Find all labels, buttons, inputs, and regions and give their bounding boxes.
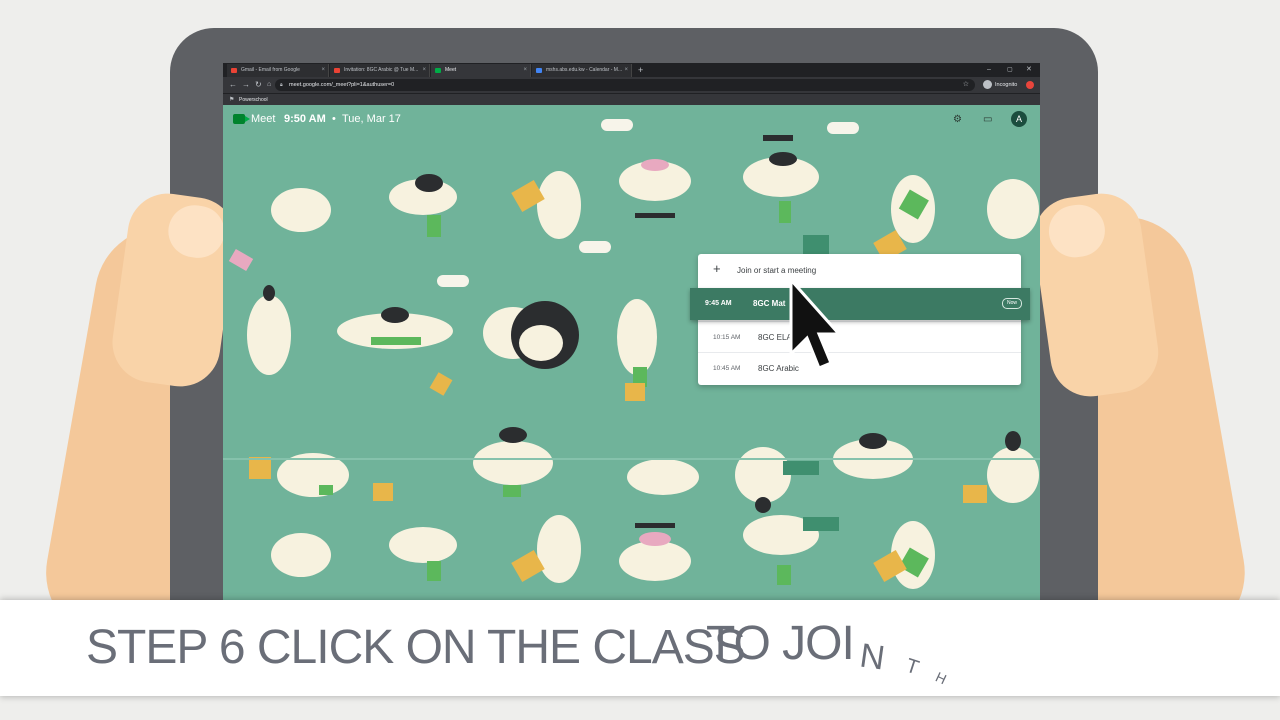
- tab-title: mshs.abs.edu.kw - Calendar - M...: [546, 67, 623, 73]
- tab-title: Invitation: 8GC Arabic @ Tue M...: [344, 67, 419, 73]
- meeting-row-selected[interactable]: 9:45 AM 8GC Mat Now: [690, 288, 1030, 320]
- reload-icon[interactable]: ↻: [255, 78, 262, 92]
- tab-title: Meet: [445, 67, 457, 73]
- bookmarks-bar: ⚑ Powerschool: [223, 93, 1040, 105]
- join-label: Join or start a meeting: [737, 266, 817, 275]
- tab-meet[interactable]: Meet ×: [431, 64, 531, 77]
- feedback-icon[interactable]: ▭: [983, 114, 992, 125]
- close-icon[interactable]: ×: [624, 64, 628, 77]
- menu-icon[interactable]: [1026, 81, 1034, 89]
- meeting-time: 9:45 AM: [705, 300, 732, 307]
- avatar[interactable]: A: [1011, 111, 1027, 127]
- calendar-icon: [536, 68, 542, 73]
- now-badge: Now: [1001, 298, 1022, 309]
- close-icon[interactable]: ×: [321, 64, 325, 77]
- back-arrow-icon[interactable]: ←: [229, 78, 237, 92]
- cloud: [579, 241, 611, 253]
- close-icon[interactable]: ×: [523, 64, 527, 77]
- meeting-time: 10:15 AM: [713, 334, 741, 341]
- lock-icon: 🔒︎: [280, 82, 283, 88]
- strip-seam: [223, 458, 1040, 460]
- caption-text: H: [933, 668, 950, 688]
- browser-screen: Gmail - Email from Google × Invitation: …: [223, 63, 1040, 603]
- tab-title: Gmail - Email from Google: [241, 67, 300, 73]
- forward-arrow-icon[interactable]: →: [242, 78, 250, 92]
- current-time: 9:50 AM: [284, 113, 326, 125]
- settings-gear-icon[interactable]: ⚙: [953, 114, 962, 125]
- url-input[interactable]: 🔒︎ meet.google.com/_meet?pli=1&authuser=…: [275, 79, 975, 91]
- address-bar: ← → ↻ ⌂ 🔒︎ meet.google.com/_meet?pli=1&a…: [223, 77, 1040, 93]
- new-tab-button[interactable]: +: [638, 63, 643, 77]
- tab-invitation[interactable]: Invitation: 8GC Arabic @ Tue M... ×: [330, 64, 430, 77]
- incognito-icon: [983, 80, 992, 89]
- meet-header: Meet 9:50 AM • Tue, Mar 17 ⚙ ▭ A: [223, 106, 1040, 134]
- mouse-cursor-icon: [789, 276, 843, 370]
- meet-icon: [435, 68, 441, 73]
- url-text: meet.google.com/_meet?pli=1&authuser=0: [289, 82, 395, 88]
- meeting-row[interactable]: 10:15 AM 8GC ELA: [698, 321, 1021, 353]
- gmail-icon: [334, 68, 340, 73]
- separator: •: [332, 113, 336, 125]
- caption-text: TO JOI: [706, 617, 855, 670]
- join-or-start-button[interactable]: + Join or start a meeting: [698, 254, 1021, 287]
- meeting-name: 8GC Mat: [753, 299, 786, 308]
- caption-text: N: [857, 636, 888, 678]
- star-icon[interactable]: ☆: [963, 79, 969, 91]
- plus-icon: +: [713, 261, 721, 276]
- close-icon[interactable]: ×: [422, 64, 426, 77]
- tab-strip: Gmail - Email from Google × Invitation: …: [223, 63, 1040, 77]
- meet-logo-icon: [233, 114, 250, 124]
- app-name: Meet: [251, 113, 276, 125]
- window-close-icon[interactable]: ✕: [1026, 63, 1032, 77]
- tab-gmail[interactable]: Gmail - Email from Google ×: [227, 64, 329, 77]
- cloud: [437, 275, 469, 287]
- home-icon[interactable]: ⌂: [267, 78, 271, 92]
- incognito-label[interactable]: Incognito: [995, 77, 1017, 93]
- tab-calendar[interactable]: mshs.abs.edu.kw - Calendar - M... ×: [532, 64, 632, 77]
- meeting-time: 10:45 AM: [713, 365, 741, 372]
- caption-text: T: [903, 654, 922, 680]
- caption-banner: STEP 6 CLICK ON THE CLASS TO JOI N T H: [0, 600, 1280, 696]
- gmail-icon: [231, 68, 237, 73]
- minimize-icon[interactable]: –: [987, 63, 991, 77]
- caption-text: STEP 6 CLICK ON THE CLASS: [86, 621, 746, 674]
- bookmark-powerschool[interactable]: Powerschool: [239, 97, 268, 103]
- restore-icon[interactable]: ▢: [1007, 63, 1013, 77]
- meeting-row[interactable]: 10:45 AM 8GC Arabic: [698, 352, 1021, 384]
- current-date: Tue, Mar 17: [342, 113, 401, 125]
